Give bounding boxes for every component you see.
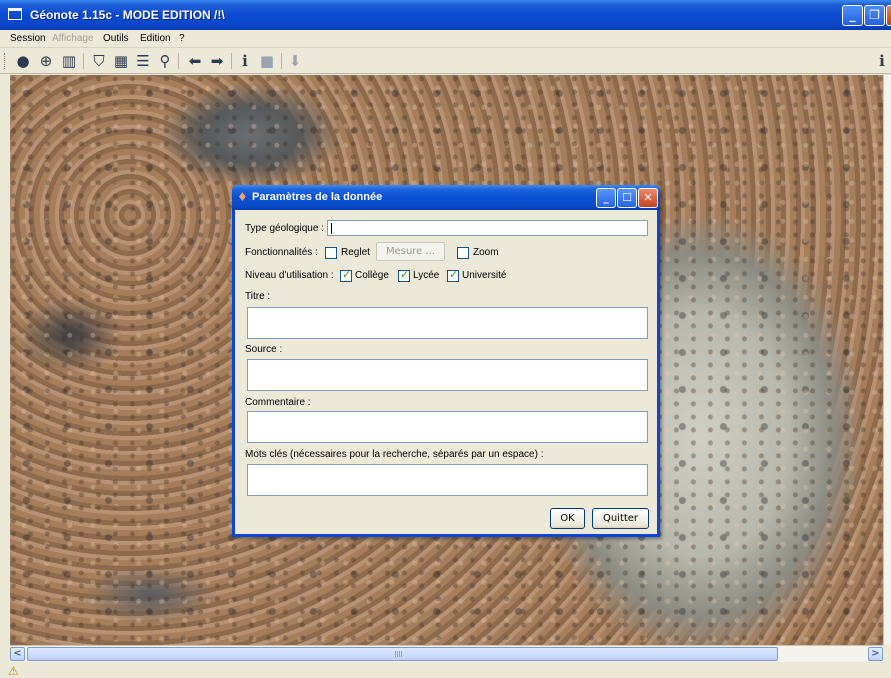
scroll-thumb[interactable] bbox=[27, 647, 778, 661]
toolbar-grip[interactable] bbox=[4, 53, 7, 69]
college-checkbox[interactable] bbox=[340, 268, 352, 282]
universite-label: Université bbox=[462, 270, 507, 281]
arrow-right-icon[interactable]: ➡ bbox=[208, 52, 226, 70]
zoom-label: Zoom bbox=[473, 247, 499, 258]
list-icon[interactable]: ☰ bbox=[134, 52, 152, 70]
toolbar-separator bbox=[178, 53, 179, 69]
magnifier-icon[interactable]: ⚲ bbox=[156, 52, 174, 70]
type-label: Type géologique : bbox=[245, 223, 324, 234]
source-label: Source : bbox=[245, 344, 283, 355]
dialog-title: Paramètres de la donnée bbox=[252, 191, 383, 203]
universite-checkbox[interactable] bbox=[447, 268, 459, 282]
dialog-title-bar[interactable]: ♦ Paramètres de la donnée _ ☐ ✕ bbox=[232, 185, 660, 210]
panel-icon[interactable]: ▥ bbox=[60, 52, 78, 70]
commentaire-label: Commentaire : bbox=[245, 397, 311, 408]
lycee-checkbox[interactable] bbox=[398, 268, 410, 282]
crosshair-globe-icon[interactable]: ⊕ bbox=[37, 52, 55, 70]
text-caret bbox=[331, 223, 332, 234]
menu-session[interactable]: Session bbox=[10, 33, 46, 44]
niveau-label: Niveau d'utilisation : bbox=[245, 270, 334, 281]
close-button[interactable]: ✕ bbox=[886, 5, 891, 26]
window-title: Géonote 1.15c - MODE EDITION /!\ bbox=[30, 8, 225, 22]
minimize-button[interactable]: _ bbox=[842, 5, 863, 26]
dialog-app-icon: ♦ bbox=[237, 190, 248, 204]
scroll-right-button[interactable]: > bbox=[868, 647, 883, 661]
globe-icon[interactable]: ● bbox=[14, 52, 32, 70]
reglet-checkbox[interactable] bbox=[325, 247, 337, 259]
status-bar: ⚠ bbox=[0, 662, 891, 678]
arrow-left-icon[interactable]: ⬅ bbox=[186, 52, 204, 70]
dialog-maximize-button[interactable]: ☐ bbox=[617, 188, 637, 208]
info-right-icon[interactable]: i bbox=[873, 52, 891, 70]
scroll-left-button[interactable]: < bbox=[10, 647, 25, 661]
mots-cles-textarea[interactable] bbox=[247, 464, 648, 496]
college-label: Collège bbox=[355, 270, 389, 281]
toolbar-separator bbox=[281, 53, 282, 69]
down-arrow-icon[interactable]: ⬇ bbox=[286, 52, 304, 70]
commentaire-textarea[interactable] bbox=[247, 411, 648, 443]
scroll-grip bbox=[395, 651, 403, 657]
grid-icon[interactable]: ▦ bbox=[112, 52, 130, 70]
zoom-checkbox[interactable] bbox=[457, 247, 469, 259]
toolbar-separator bbox=[231, 53, 232, 69]
parameters-dialog: ♦ Paramètres de la donnée _ ☐ ✕ Type géo… bbox=[232, 185, 660, 537]
dialog-minimize-button[interactable]: _ bbox=[596, 188, 616, 208]
mots-cles-label: Mots clés (nécessaires pour la recherche… bbox=[245, 449, 544, 460]
titre-label: Titre : bbox=[245, 291, 271, 302]
titre-textarea[interactable] bbox=[247, 307, 648, 339]
lycee-label: Lycée bbox=[413, 270, 440, 281]
main-title-bar: Géonote 1.15c - MODE EDITION /!\ _ ❐ ✕ bbox=[0, 0, 891, 30]
image-icon[interactable]: ■ bbox=[258, 52, 276, 70]
app-window-icon bbox=[8, 8, 22, 20]
info-icon[interactable]: i bbox=[236, 52, 254, 70]
menu-edition[interactable]: Edition bbox=[140, 33, 171, 44]
menu-help[interactable]: ? bbox=[179, 33, 185, 44]
horizontal-scrollbar[interactable]: < > bbox=[10, 645, 883, 662]
fonctionnalites-label: Fonctionnalités : bbox=[245, 247, 318, 258]
quitter-button[interactable]: Quitter bbox=[592, 508, 649, 529]
warning-icon: ⚠ bbox=[8, 664, 19, 678]
ok-button[interactable]: OK bbox=[550, 508, 585, 529]
toolbar-separator bbox=[83, 53, 84, 69]
dialog-close-button[interactable]: ✕ bbox=[638, 188, 658, 208]
menu-bar: Session Affichage Outils Edition ? bbox=[0, 30, 891, 48]
toolbar: ● ⊕ ▥ ⛉ ▦ ☰ ⚲ ⬅ ➡ i ■ ⬇ i bbox=[0, 48, 891, 74]
vertical-scrollbar[interactable] bbox=[883, 75, 891, 645]
mesure-button[interactable]: Mesure ... bbox=[376, 242, 445, 261]
maximize-button[interactable]: ❐ bbox=[864, 5, 885, 26]
type-geologique-input[interactable] bbox=[327, 220, 648, 236]
reglet-label: Reglet bbox=[341, 247, 370, 258]
source-textarea[interactable] bbox=[247, 359, 648, 391]
menu-outils[interactable]: Outils bbox=[103, 33, 129, 44]
shield-icon[interactable]: ⛉ bbox=[90, 52, 108, 70]
menu-affichage[interactable]: Affichage bbox=[52, 33, 94, 44]
